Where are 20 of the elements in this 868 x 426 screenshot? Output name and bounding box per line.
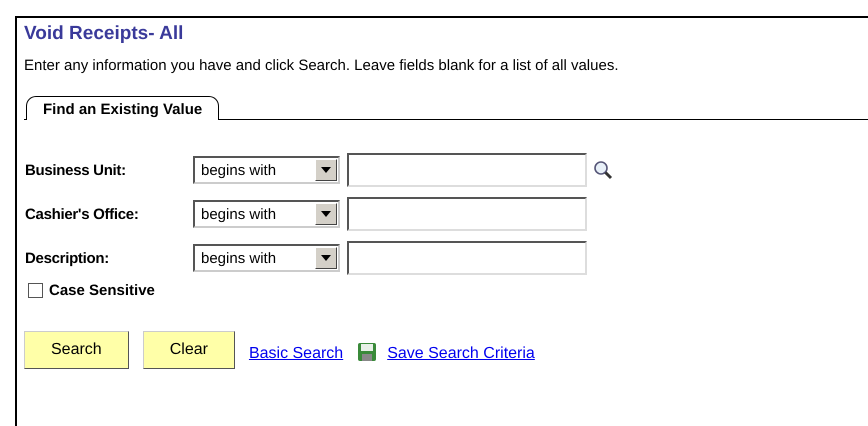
- value-input-field[interactable]: [347, 241, 587, 275]
- tab[interactable]: Find an Existing Value: [26, 96, 220, 120]
- page-title: Void Receipts- All: [24, 23, 184, 45]
- operator-dropdown[interactable]: begins with: [193, 244, 340, 272]
- link[interactable]: Save Search Criteria: [387, 345, 535, 363]
- checkbox[interactable]: [28, 283, 43, 298]
- operator-dropdown[interactable]: begins with: [193, 200, 340, 228]
- search-button[interactable]: Search: [24, 331, 129, 369]
- search-icon[interactable]: [593, 160, 613, 180]
- link[interactable]: Basic Search: [248, 345, 344, 363]
- clear-button[interactable]: Clear: [142, 331, 235, 369]
- field-label: Description:: [25, 250, 110, 266]
- value-input-field[interactable]: [347, 153, 587, 187]
- instructions-text: Enter any information you have and click Search. Leave fields blank for a list of all values.: [24, 57, 620, 74]
- field-label: Business Unit:: [25, 162, 127, 178]
- operator-dropdown[interactable]: begins with: [193, 156, 340, 184]
- value-input-field[interactable]: [347, 197, 587, 231]
- checkbox-label: Case Sensitive: [49, 282, 155, 299]
- field-label: Cashier's Office:: [25, 206, 140, 222]
- save-icon[interactable]: [357, 342, 378, 362]
